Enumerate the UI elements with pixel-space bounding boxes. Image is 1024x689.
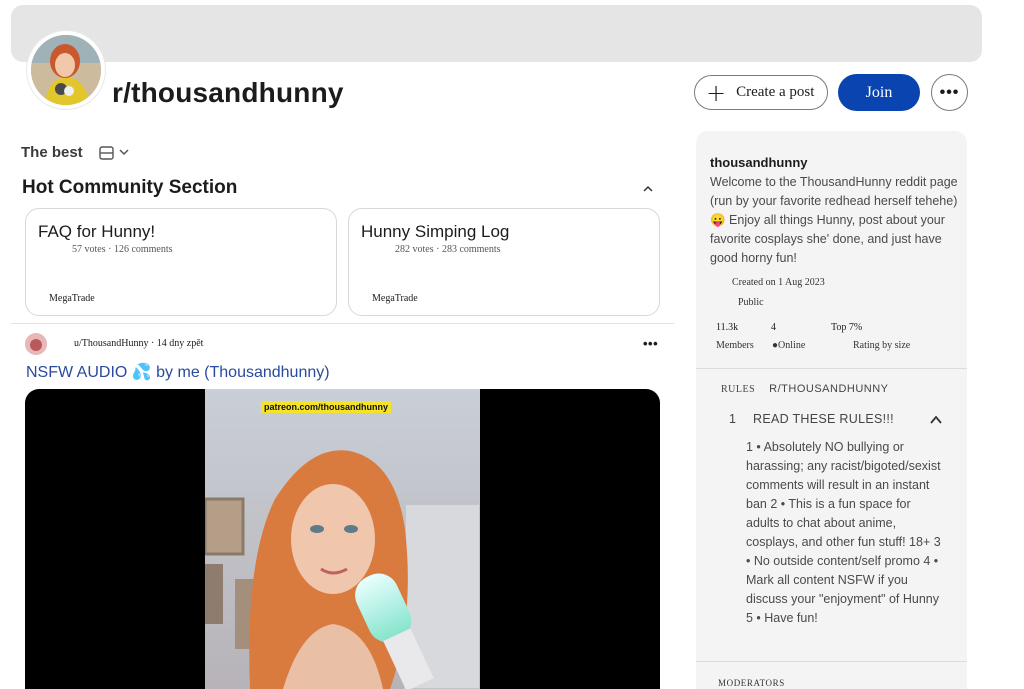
- hot-card-title: Hunny Simping Log: [361, 222, 510, 241]
- community-sidebar: thousandhunny Welcome to the ThousandHun…: [696, 131, 967, 689]
- created-date: Created on 1 Aug 2023: [732, 277, 825, 288]
- more-icon: •••: [939, 83, 960, 101]
- media-caption: patreon.com/thousandhunny: [261, 401, 392, 413]
- post-title[interactable]: NSFW AUDIO 💦 by me (Thousandhunny): [26, 362, 330, 382]
- rules-label: RULES: [721, 384, 756, 395]
- feed-divider: [11, 323, 674, 324]
- post-more-icon[interactable]: •••: [643, 336, 658, 351]
- members-label: Members: [716, 340, 754, 351]
- plus-icon: +: [706, 78, 727, 107]
- hot-card-simping-log[interactable]: Hunny Simping Log 282 votes · 283 commen…: [348, 208, 660, 316]
- members-count: 11.3k: [716, 322, 739, 333]
- sidebar-divider: [696, 368, 967, 369]
- sort-label: The best: [21, 144, 83, 161]
- rule-title[interactable]: READ THESE RULES!!!: [753, 412, 894, 426]
- create-post-button[interactable]: + Create a post: [694, 75, 828, 110]
- hot-card-meta: 57 votes · 126 comments: [72, 244, 173, 255]
- post-media[interactable]: patreon.com/thousandhunny: [25, 389, 660, 689]
- subreddit-banner: [11, 5, 982, 62]
- online-count: 4: [771, 322, 776, 333]
- post-meta[interactable]: u/ThousandHunny · 14 dny zpět: [74, 338, 203, 349]
- hot-card-author[interactable]: MegaTrade: [49, 293, 95, 304]
- moderators-heading: MODERATORS: [718, 678, 785, 688]
- community-name: thousandhunny: [710, 155, 808, 170]
- layout-icon[interactable]: [98, 145, 115, 160]
- chevron-up-icon[interactable]: [930, 411, 942, 429]
- visibility-label: Public: [738, 297, 764, 308]
- hot-card-author[interactable]: MegaTrade: [372, 293, 418, 304]
- create-post-label: Create a post: [736, 84, 815, 100]
- hot-card-faq[interactable]: FAQ for Hunny! 57 votes · 126 comments M…: [25, 208, 337, 316]
- hot-section-title: Hot Community Section: [22, 177, 238, 198]
- community-description: Welcome to the ThousandHunny reddit page…: [710, 175, 958, 265]
- subreddit-avatar: [27, 31, 105, 109]
- rule-body: 1 • Absolutely NO bullying or harassing;…: [746, 440, 941, 625]
- more-options-button[interactable]: •••: [931, 74, 968, 111]
- post-author-avatar[interactable]: [25, 333, 47, 355]
- rule-number: 1: [729, 412, 736, 426]
- rules-subreddit: R/THOUSANDHUNNY: [769, 383, 889, 395]
- rank-value: Top 7%: [831, 322, 863, 333]
- rank-label: Rating by size: [853, 340, 911, 351]
- join-button[interactable]: Join: [838, 74, 920, 111]
- sort-selector[interactable]: The best: [21, 144, 129, 161]
- video-frame: patreon.com/thousandhunny: [205, 389, 480, 689]
- online-label: ●Online: [772, 340, 806, 351]
- chevron-down-icon[interactable]: [119, 147, 129, 159]
- subreddit-title: r/thousandhunny: [112, 77, 344, 108]
- sidebar-divider: [696, 661, 967, 662]
- hot-card-meta: 282 votes · 283 comments: [395, 244, 501, 255]
- chevron-up-icon[interactable]: [643, 183, 653, 195]
- hot-card-title: FAQ for Hunny!: [38, 222, 156, 241]
- rules-heading: RULES R/THOUSANDHUNNY: [721, 383, 889, 395]
